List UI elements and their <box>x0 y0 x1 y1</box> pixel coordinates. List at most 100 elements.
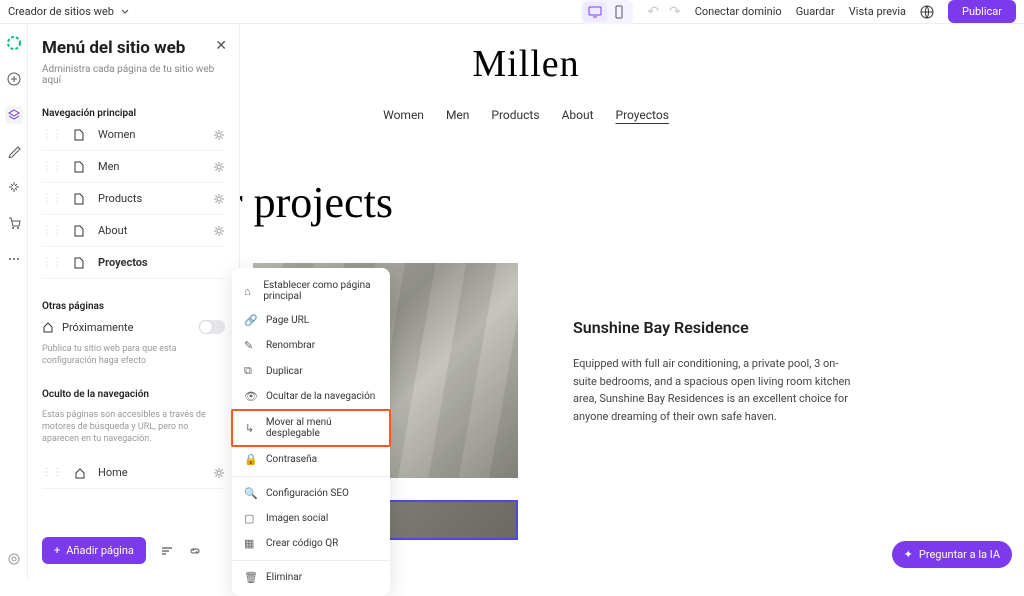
link-icon: 🔗 <box>244 314 256 327</box>
nav-section-label: Navegación principal <box>42 108 225 119</box>
page-icon <box>74 161 86 173</box>
gear-icon[interactable] <box>213 193 225 205</box>
nav-products[interactable]: Products <box>491 108 539 122</box>
page-icon <box>74 257 86 269</box>
hidden-section-label: Oculto de la navegación <box>42 389 225 400</box>
preview-link[interactable]: Vista previa <box>849 5 906 18</box>
logo-icon[interactable] <box>5 34 23 52</box>
page-label: Products <box>98 192 201 205</box>
publish-hint: Publica tu sitio web para que esta confi… <box>42 344 225 367</box>
arrow-return-icon: ↳ <box>245 422 256 435</box>
mobile-device-button[interactable] <box>607 2 631 22</box>
ask-ai-label: Preguntar a la IA <box>919 548 1000 561</box>
ctx-page-url[interactable]: 🔗Page URL <box>232 308 390 333</box>
page-icon <box>74 129 86 141</box>
add-page-button[interactable]: + Añadir página <box>42 537 146 564</box>
breadcrumb[interactable]: Creador de sitios web <box>8 5 130 18</box>
drag-handle-icon[interactable]: ⋮⋮ <box>42 193 62 204</box>
ctx-qr[interactable]: ▦Crear código QR <box>232 531 390 556</box>
site-menu-panel: ✕ Menú del sitio web Administra cada pág… <box>28 24 240 578</box>
drag-handle-icon[interactable]: ⋮⋮ <box>42 257 62 268</box>
drag-handle-icon[interactable]: ⋮⋮ <box>42 225 62 236</box>
ctx-hide[interactable]: 👁Ocultar de la navegación <box>232 384 390 409</box>
gear-icon[interactable] <box>213 129 225 141</box>
breadcrumb-label: Creador de sitios web <box>8 5 114 18</box>
drag-handle-icon[interactable]: ⋮⋮ <box>42 467 62 478</box>
sparkle-icon[interactable] <box>5 178 23 196</box>
layers-icon[interactable] <box>5 106 23 124</box>
gear-icon[interactable] <box>213 467 225 479</box>
project-title: Sunshine Bay Residence <box>573 318 853 337</box>
publish-button[interactable]: Publicar <box>948 0 1016 23</box>
ctx-password[interactable]: 🔒Contraseña <box>232 447 390 472</box>
sort-icon[interactable] <box>160 545 174 557</box>
gear-icon[interactable] <box>213 161 225 173</box>
nav-about[interactable]: About <box>562 108 594 122</box>
other-section-label: Otras páginas <box>42 301 225 312</box>
page-row-home[interactable]: ⋮⋮ Home <box>42 457 225 489</box>
plus-icon: + <box>54 544 60 557</box>
tools-sidebar <box>0 24 28 578</box>
nav-men[interactable]: Men <box>446 108 469 122</box>
mobile-icon <box>614 5 624 19</box>
copy-icon: ⧉ <box>244 364 256 378</box>
link-icon[interactable] <box>188 545 202 557</box>
page-context-menu: ⌂Establecer como página principal 🔗Page … <box>232 268 390 596</box>
menu-separator <box>232 560 390 561</box>
close-icon[interactable]: ✕ <box>215 38 227 54</box>
page-row-men[interactable]: ⋮⋮ Men <box>42 151 225 183</box>
redo-button[interactable]: ↷ <box>669 4 681 20</box>
styles-icon[interactable] <box>5 142 23 160</box>
undo-redo-group: ↶ ↷ <box>647 4 680 20</box>
coming-soon-label: Próximamente <box>62 321 191 334</box>
page-row-women[interactable]: ⋮⋮ Women <box>42 119 225 151</box>
add-icon[interactable] <box>5 70 23 88</box>
image-icon: ▢ <box>244 512 256 525</box>
search-icon: 🔍 <box>244 487 256 500</box>
ctx-set-main[interactable]: ⌂Establecer como página principal <box>232 274 390 308</box>
drag-handle-icon[interactable]: ⋮⋮ <box>42 161 62 172</box>
page-label: Women <box>98 128 201 141</box>
add-page-label: Añadir página <box>66 544 134 557</box>
ctx-duplicate[interactable]: ⧉Duplicar <box>232 358 390 384</box>
ctx-rename[interactable]: ✎Renombrar <box>232 333 390 358</box>
drag-handle-icon[interactable]: ⋮⋮ <box>42 129 62 140</box>
page-icon <box>74 193 86 205</box>
lock-icon: 🔒 <box>244 453 256 466</box>
home-icon: ⌂ <box>244 285 253 298</box>
globe-icon[interactable] <box>920 5 934 19</box>
save-link[interactable]: Guardar <box>796 5 835 18</box>
coming-soon-row: Próximamente <box>42 320 225 334</box>
page-row-proyectos[interactable]: ⋮⋮ Proyectos <box>42 247 225 279</box>
page-row-about[interactable]: ⋮⋮ About <box>42 215 225 247</box>
eye-off-icon: 👁 <box>244 390 256 403</box>
page-heading: r projects <box>228 177 1024 228</box>
sparkle-icon: ✦ <box>904 548 913 561</box>
ctx-seo[interactable]: 🔍Configuración SEO <box>232 481 390 506</box>
ask-ai-button[interactable]: ✦ Preguntar a la IA <box>892 541 1012 568</box>
ctx-social-image[interactable]: ▢Imagen social <box>232 506 390 531</box>
panel-subtitle: Administra cada página de tu sitio web a… <box>42 64 225 86</box>
device-switcher <box>581 0 633 24</box>
hidden-hint: Estas páginas son accesibles a través de… <box>42 410 225 445</box>
home-icon <box>42 321 54 333</box>
page-label: Proyectos <box>98 256 225 269</box>
settings-bottom-icon[interactable] <box>5 550 23 568</box>
connect-domain-link[interactable]: Conectar dominio <box>695 5 782 18</box>
nav-proyectos[interactable]: Proyectos <box>616 108 669 122</box>
more-icon[interactable] <box>5 250 23 268</box>
page-label: About <box>98 224 201 237</box>
nav-women[interactable]: Women <box>383 108 424 122</box>
gear-icon[interactable] <box>213 225 225 237</box>
cart-icon[interactable] <box>5 214 23 232</box>
pencil-icon: ✎ <box>244 339 256 352</box>
undo-button[interactable]: ↶ <box>647 4 659 20</box>
desktop-device-button[interactable] <box>583 2 607 22</box>
menu-separator <box>232 476 390 477</box>
coming-soon-toggle[interactable] <box>199 320 225 334</box>
page-row-products[interactable]: ⋮⋮ Products <box>42 183 225 215</box>
page-icon <box>74 225 86 237</box>
ctx-move-dropdown[interactable]: ↳Mover al menú desplegable <box>231 409 391 447</box>
project-description: Equipped with full air conditioning, a p… <box>573 355 853 425</box>
panel-title: Menú del sitio web <box>42 38 225 58</box>
